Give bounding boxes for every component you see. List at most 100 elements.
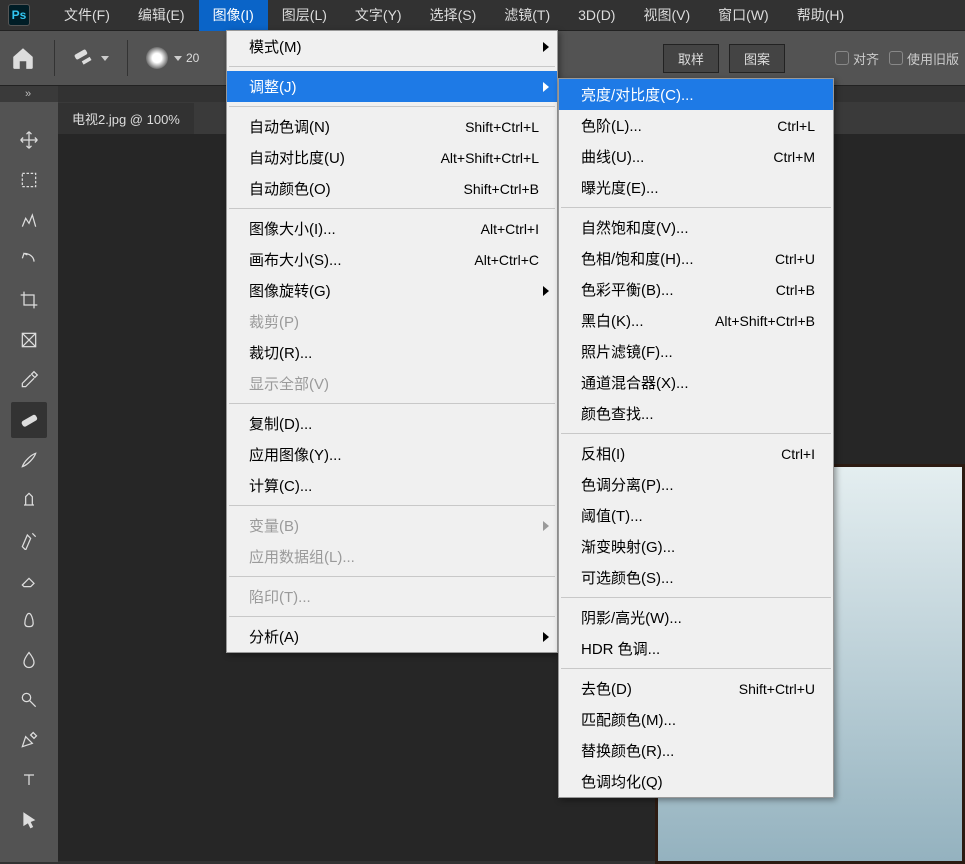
menu-separator [561, 597, 831, 598]
history-brush-tool[interactable] [11, 522, 47, 558]
healing-brush-tool[interactable] [11, 402, 47, 438]
menu-item-photo-filter[interactable]: 照片滤镜(F)... [559, 336, 833, 367]
tool-preset-picker[interactable] [73, 47, 109, 69]
menu-item-duplicate[interactable]: 复制(D)... [227, 408, 557, 439]
menu-item-hdr-toning[interactable]: HDR 色调... [559, 633, 833, 664]
menu-item-canvas-size[interactable]: 画布大小(S)...Alt+Ctrl+C [227, 244, 557, 275]
crop-tool[interactable] [11, 282, 47, 318]
menu-item-image-rotation[interactable]: 图像旋转(G) [227, 275, 557, 306]
brush-preview-icon [146, 47, 168, 69]
menu-item-apply-data: 应用数据组(L)... [227, 541, 557, 572]
menu-item-levels[interactable]: 色阶(L)...Ctrl+L [559, 110, 833, 141]
home-icon[interactable] [10, 45, 36, 71]
dodge-tool[interactable] [11, 682, 47, 718]
menu-filter[interactable]: 滤镜(T) [490, 0, 564, 31]
brush-size-value: 20 [186, 51, 199, 65]
pen-tool[interactable] [11, 722, 47, 758]
menu-item-crop: 裁剪(P) [227, 306, 557, 337]
menu-item-match-color[interactable]: 匹配颜色(M)... [559, 704, 833, 735]
tools-panel [0, 102, 58, 862]
menu-image[interactable]: 图像(I) [199, 0, 268, 31]
menu-item-analysis[interactable]: 分析(A) [227, 621, 557, 652]
menu-item-selective-color[interactable]: 可选颜色(S)... [559, 562, 833, 593]
menu-item-variables: 变量(B) [227, 510, 557, 541]
app-logo-text: Ps [12, 8, 27, 22]
submenu-arrow-icon [543, 632, 549, 642]
submenu-arrow-icon [543, 286, 549, 296]
menu-item-channel-mixer[interactable]: 通道混合器(X)... [559, 367, 833, 398]
menu-separator [229, 403, 555, 404]
menu-item-brightness-contrast[interactable]: 亮度/对比度(C)... [559, 79, 833, 110]
lasso-tool[interactable] [11, 202, 47, 238]
menu-item-auto-contrast[interactable]: 自动对比度(U)Alt+Shift+Ctrl+L [227, 142, 557, 173]
menu-item-black-white[interactable]: 黑白(K)...Alt+Shift+Ctrl+B [559, 305, 833, 336]
path-select-tool[interactable] [11, 802, 47, 838]
chevron-down-icon [101, 56, 109, 61]
menu-item-equalize[interactable]: 色调均化(Q) [559, 766, 833, 797]
eraser-tool[interactable] [11, 562, 47, 598]
menu-item-shadow-highlight[interactable]: 阴影/高光(W)... [559, 602, 833, 633]
menu-item-replace-color[interactable]: 替换颜色(R)... [559, 735, 833, 766]
menu-item-threshold[interactable]: 阈值(T)... [559, 500, 833, 531]
menu-item-exposure[interactable]: 曝光度(E)... [559, 172, 833, 203]
blur-tool[interactable] [11, 642, 47, 678]
menu-item-curves[interactable]: 曲线(U)...Ctrl+M [559, 141, 833, 172]
brush-size-picker[interactable] [146, 47, 182, 69]
top-menubar: Ps 文件(F) 编辑(E) 图像(I) 图层(L) 文字(Y) 选择(S) 滤… [0, 0, 965, 30]
menu-separator [561, 207, 831, 208]
menu-item-color-lookup[interactable]: 颜色查找... [559, 398, 833, 429]
menu-type[interactable]: 文字(Y) [341, 0, 416, 31]
menu-item-auto-tone[interactable]: 自动色调(N)Shift+Ctrl+L [227, 111, 557, 142]
option-tab-sample[interactable]: 取样 [663, 44, 719, 73]
menu-separator [229, 66, 555, 67]
menu-item-reveal-all: 显示全部(V) [227, 368, 557, 399]
menu-item-vibrance[interactable]: 自然饱和度(V)... [559, 212, 833, 243]
type-tool[interactable] [11, 762, 47, 798]
menu-separator [229, 208, 555, 209]
option-tab-pattern[interactable]: 图案 [729, 44, 785, 73]
menu-separator [229, 616, 555, 617]
menu-select[interactable]: 选择(S) [416, 0, 491, 31]
menu-window[interactable]: 窗口(W) [704, 0, 783, 31]
menu-item-hue-saturation[interactable]: 色相/饱和度(H)...Ctrl+U [559, 243, 833, 274]
move-tool[interactable] [11, 122, 47, 158]
quick-select-tool[interactable] [11, 242, 47, 278]
option-align[interactable]: 对齐 [835, 49, 879, 68]
menu-item-invert[interactable]: 反相(I)Ctrl+I [559, 438, 833, 469]
menu-edit[interactable]: 编辑(E) [124, 0, 199, 31]
menu-item-image-size[interactable]: 图像大小(I)...Alt+Ctrl+I [227, 213, 557, 244]
clone-stamp-tool[interactable] [11, 482, 47, 518]
menu-item-color-balance[interactable]: 色彩平衡(B)...Ctrl+B [559, 274, 833, 305]
frame-tool[interactable] [11, 322, 47, 358]
submenu-arrow-icon [543, 82, 549, 92]
menu-item-trim[interactable]: 裁切(R)... [227, 337, 557, 368]
checkbox-icon[interactable] [889, 51, 903, 65]
submenu-arrow-icon [543, 521, 549, 531]
menu-layer[interactable]: 图层(L) [268, 0, 341, 31]
menu-separator [229, 576, 555, 577]
menu-view[interactable]: 视图(V) [629, 0, 704, 31]
checkbox-icon[interactable] [835, 51, 849, 65]
panel-expand-strip[interactable]: » [0, 86, 58, 102]
menu-item-gradient-map[interactable]: 渐变映射(G)... [559, 531, 833, 562]
menu-item-desaturate[interactable]: 去色(D)Shift+Ctrl+U [559, 673, 833, 704]
menu-file[interactable]: 文件(F) [50, 0, 124, 31]
menu-help[interactable]: 帮助(H) [783, 0, 858, 31]
option-legacy[interactable]: 使用旧版 [889, 49, 959, 68]
menu-item-auto-color[interactable]: 自动颜色(O)Shift+Ctrl+B [227, 173, 557, 204]
menu-item-adjustments[interactable]: 调整(J) [227, 71, 557, 102]
menu-item-calculations[interactable]: 计算(C)... [227, 470, 557, 501]
menu-3d[interactable]: 3D(D) [564, 1, 629, 29]
brush-tool[interactable] [11, 442, 47, 478]
gradient-tool[interactable] [11, 602, 47, 638]
adjustments-submenu: 亮度/对比度(C)... 色阶(L)...Ctrl+L 曲线(U)...Ctrl… [558, 78, 834, 798]
document-tab[interactable]: 电视2.jpg @ 100% [58, 103, 194, 134]
menu-item-apply-image[interactable]: 应用图像(Y)... [227, 439, 557, 470]
marquee-tool[interactable] [11, 162, 47, 198]
image-menu-dropdown: 模式(M) 调整(J) 自动色调(N)Shift+Ctrl+L 自动对比度(U)… [226, 30, 558, 653]
menu-item-mode[interactable]: 模式(M) [227, 31, 557, 62]
eyedropper-tool[interactable] [11, 362, 47, 398]
menu-item-posterize[interactable]: 色调分离(P)... [559, 469, 833, 500]
menu-item-trap: 陷印(T)... [227, 581, 557, 612]
app-logo: Ps [8, 4, 30, 26]
